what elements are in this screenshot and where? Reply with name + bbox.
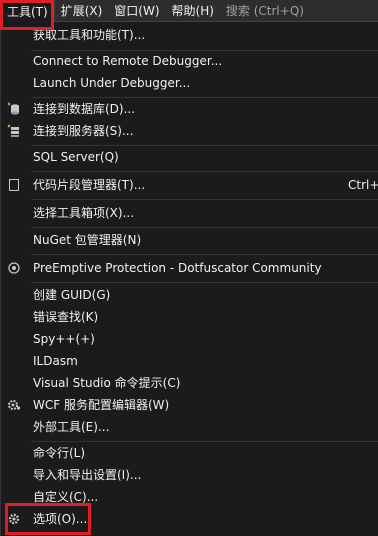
menu-item-nuget[interactable]: NuGet 包管理器(N) [1,229,378,251]
menu-item-label: ILDasm [33,354,78,368]
menu-item-label: NuGet 包管理器(N) [33,233,142,247]
menu-item-shortcut: Ctrl+ [348,178,378,192]
wcf-config-icon [7,398,21,412]
menu-separator [31,199,378,200]
menu-separator [31,282,378,283]
menu-item-label: 错误查找(K) [33,310,99,324]
server-connect-icon [7,124,21,138]
menu-item-connect-server[interactable]: 连接到服务器(S)... [1,120,378,142]
menu-separator [31,171,378,172]
menu-item-error-lookup[interactable]: 错误查找(K) [1,306,378,328]
menu-item-label: 选择工具箱项(X)... [33,206,135,220]
menu-item-connect-remote-debugger[interactable]: Connect to Remote Debugger... [1,50,378,72]
menu-item-snippet-manager[interactable]: 代码片段管理器(T)... Ctrl+ [1,174,378,196]
menu-item-label: 创建 GUID(G) [33,288,111,302]
menu-item-dotfuscator[interactable]: PreEmptive Protection - Dotfuscator Comm… [1,257,378,279]
menu-item-choose-toolbox-items[interactable]: 选择工具箱项(X)... [1,202,378,224]
menu-bar: 工具(T) 扩展(X) 窗口(W) 帮助(H) 搜索 (Ctrl+Q) [0,0,378,22]
menu-item-label: 连接到服务器(S)... [33,124,134,138]
snippet-icon [7,178,21,192]
menu-item-label: 选项(O)... [33,512,88,526]
menu-window[interactable]: 窗口(W) [108,0,165,22]
menu-item-label: 自定义(C)... [33,490,99,504]
menu-separator [31,254,378,255]
search-box[interactable]: 搜索 (Ctrl+Q) [226,2,304,19]
options-gear-icon [7,512,21,526]
menu-item-label: SQL Server(Q) [33,150,119,164]
menu-item-spy[interactable]: Spy++(+) [1,328,378,350]
database-connect-icon [7,102,21,116]
menu-item-launch-under-debugger[interactable]: Launch Under Debugger... [1,72,378,94]
dotfuscator-icon [7,261,21,275]
menu-separator [31,227,378,228]
menu-tools[interactable]: 工具(T) [0,0,55,22]
menu-item-sql-server[interactable]: SQL Server(Q) [1,146,378,168]
menu-item-get-tools[interactable]: 获取工具和功能(T)... [1,24,378,46]
menu-item-ildasm[interactable]: ILDasm [1,350,378,372]
menu-item-wcf-config-editor[interactable]: WCF 服务配置编辑器(W) [1,394,378,416]
menu-item-external-tools[interactable]: 外部工具(E)... [1,416,378,438]
menu-item-connect-database[interactable]: 连接到数据库(D)... [1,98,378,120]
menu-item-label: 获取工具和功能(T)... [33,28,146,42]
menu-item-label: 代码片段管理器(T)... [33,178,146,192]
menu-item-label: Visual Studio 命令提示(C) [33,376,181,390]
menu-help[interactable]: 帮助(H) [166,0,220,22]
menu-item-customize[interactable]: 自定义(C)... [1,486,378,508]
menu-item-create-guid[interactable]: 创建 GUID(G) [1,284,378,306]
menu-item-label: 连接到数据库(D)... [33,102,136,116]
menu-item-vs-command-prompt[interactable]: Visual Studio 命令提示(C) [1,372,378,394]
menu-item-command-line[interactable]: 命令行(L) [1,442,378,464]
menu-extensions[interactable]: 扩展(X) [55,0,109,22]
menu-item-label: WCF 服务配置编辑器(W) [33,398,170,412]
menu-item-options[interactable]: 选项(O)... [1,508,378,530]
menu-item-label: Connect to Remote Debugger... [33,54,223,68]
menu-item-label: Spy++(+) [33,332,95,346]
tools-dropdown-menu: 获取工具和功能(T)... Connect to Remote Debugger… [0,22,378,536]
menu-item-import-export-settings[interactable]: 导入和导出设置(I)... [1,464,378,486]
menu-item-label: 导入和导出设置(I)... [33,468,142,482]
menu-item-label: PreEmptive Protection - Dotfuscator Comm… [33,261,322,275]
menu-item-label: 命令行(L) [33,446,86,460]
menu-item-label: 外部工具(E)... [33,420,110,434]
menu-item-label: Launch Under Debugger... [33,76,191,90]
